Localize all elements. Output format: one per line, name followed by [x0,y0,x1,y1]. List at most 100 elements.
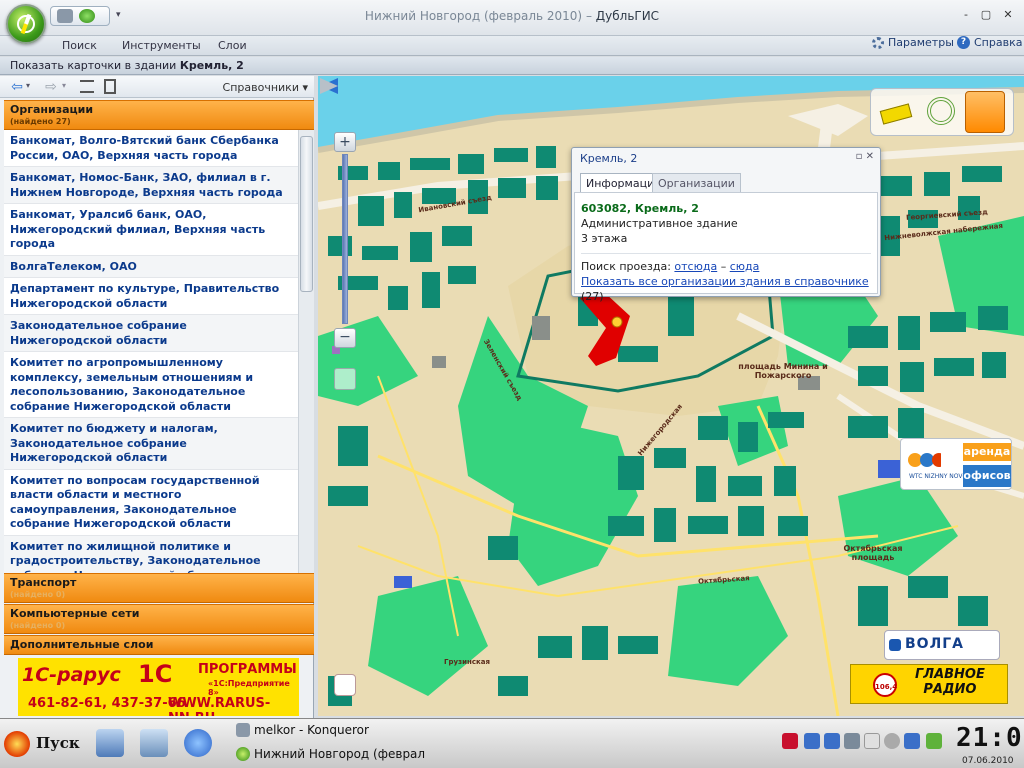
bridge [788,104,868,136]
window-title-app: ДубльГИС [595,9,660,23]
route-to-link[interactable]: сюда [730,260,760,273]
popup-title: Кремль, 2 [580,152,638,165]
wtc-logo-icon [908,453,941,467]
list-item[interactable]: Комитет по жилищной политике и градостро… [4,535,298,573]
ad-banner-radio[interactable]: 106,4 ГЛАВНОЕ РАДИО [850,664,1008,704]
route-dash: – [717,260,730,273]
radar-icon[interactable] [927,97,955,125]
document-view-icon[interactable] [104,79,116,94]
list-item[interactable]: Комитет по вопросам государственной влас… [4,469,298,536]
close-button[interactable]: ✕ [1000,8,1016,22]
zoom-track[interactable] [342,154,348,324]
list-item[interactable]: Комитет по агропромышленному комплексу, … [4,352,298,418]
list-scrollbar[interactable] [298,130,314,573]
category-name: Организации [10,103,94,116]
clock[interactable]: 21:09 [956,723,1024,753]
back-arrow-icon[interactable]: ⇦ [8,79,26,95]
building-blue [394,576,412,588]
route-icon[interactable] [334,674,356,696]
network-icon[interactable] [804,733,820,749]
infobar-prefix: Показать карточки в здании [10,59,180,72]
forward-arrow-icon[interactable]: ⇨ [42,79,60,95]
help-button[interactable]: ? Справка [957,36,1022,49]
scrollbar-thumb[interactable] [300,136,313,292]
category-count: (найдено 0) [10,621,66,630]
tab-organizations[interactable]: Организации [652,173,741,193]
doublegis-icon [236,747,250,761]
category-organizations[interactable]: Организации (найдено 27) [4,100,314,130]
directories-dropdown[interactable]: Справочники ▾ [223,81,308,94]
map-label: Октябрьская площадь [843,544,903,562]
route-from-link[interactable]: отсюда [674,260,717,273]
list-item[interactable]: Банкомат, Номос-Банк, ЗАО, филиал в г. Н… [4,167,298,204]
desktop-icon[interactable] [96,729,124,757]
map-forward-icon[interactable] [318,76,340,96]
taskbar: Пуск melkor - Konqueror Нижний Новгород … [0,718,1024,768]
start-icon [4,731,30,757]
ad-brand: 1С-рарус [22,664,121,686]
category-name: Транспорт [10,576,77,589]
help-icon: ? [957,36,970,49]
menu-bar: Поиск Инструменты Слои Параметры ? Справ… [0,36,1024,56]
forward-dropdown-icon[interactable]: ▾ [62,81,66,90]
computer-icon[interactable] [140,729,168,757]
gear-icon [872,36,884,49]
location-marker-icon[interactable] [611,316,623,328]
popup-close-button[interactable]: ▫ ✕ [856,151,874,162]
list-item[interactable]: Комитет по бюджету и налогам, Законодате… [4,418,298,470]
network-icon[interactable] [824,733,840,749]
menu-search[interactable]: Поиск [62,39,97,52]
start-button[interactable]: Пуск [4,727,84,761]
ad-1c-logo: 1С [138,660,173,688]
ad-site: WWW.RARUS-NN.RU [168,696,271,716]
list-item[interactable]: Банкомат, Уралсиб банк, ОАО, Нижегородск… [4,204,298,256]
update-icon[interactable] [926,733,942,749]
app-k-icon[interactable] [864,733,880,749]
category-transport[interactable]: Транспорт (найдено 0) [4,573,314,603]
zoom-slider[interactable]: + − [334,132,356,348]
building-info-bar[interactable]: Показать карточки в здании Кремль, 2 [0,57,1024,75]
organizations-list: Банкомат, Волго-Вятский банк Сбербанка Р… [4,130,298,573]
ad-banner-wtc[interactable]: WTC NIZHNY NOVGOROD аренда офисов [900,438,1012,490]
category-networks[interactable]: Компьютерные сети (найдено 0) [4,604,314,634]
radio-line2: РАДИО [923,682,977,697]
browser-icon[interactable] [184,729,212,757]
back-dropdown-icon[interactable]: ▾ [26,81,30,90]
task-doublegis[interactable]: Нижний Новгород (феврал [236,747,425,761]
minimize-button[interactable]: ‑ [958,8,974,22]
list-view-icon[interactable] [80,80,94,93]
building-popup: Кремль, 2 ▫ ✕ Информация Организации 603… [571,147,881,303]
magnifier-icon[interactable] [334,368,356,390]
start-label: Пуск [36,734,80,752]
ruler-icon[interactable] [879,103,913,125]
app-menu-button[interactable] [6,4,46,44]
zoom-in-button[interactable]: + [334,132,356,152]
ad-banner-1c-rarus[interactable]: 1С-рарус 1С ПРОГРАММЫ «1С:Предприятие 8»… [18,658,299,716]
list-item[interactable]: Законодательное собрание Нижегородской о… [4,315,298,352]
params-button[interactable]: Параметры [872,36,954,49]
device-icon[interactable] [844,733,860,749]
ad-banner-volga[interactable]: ВОЛГА [884,630,1000,660]
list-item[interactable]: ВолгаТелеком, ОАО [4,255,298,278]
params-label: Параметры [888,36,954,49]
route-label: Поиск проезда: [581,260,675,273]
keyboard-layout-icon[interactable] [782,733,798,749]
list-item[interactable]: Департамент по культуре, Правительство Н… [4,278,298,315]
date: 07.06.2010 [962,756,1014,766]
maximize-button[interactable]: ▢ [978,8,994,22]
disk-icon[interactable] [884,733,900,749]
menu-layers[interactable]: Слои [218,39,247,52]
popup-route-row: Поиск проезда: отсюда – сюда [581,259,871,274]
map-view[interactable]: площадь Минина и Пожарского Октябрьская … [318,76,1024,716]
wtc-line2: офисов [963,465,1011,487]
3d-view-icon[interactable] [965,91,1005,133]
radio-line1: ГЛАВНОЕ [915,667,985,682]
task-konqueror[interactable]: melkor - Konqueror [236,723,369,737]
category-extra-layers[interactable]: Дополнительные слои [4,635,314,655]
show-all-orgs-link[interactable]: Показать все организации здания в справо… [581,275,869,288]
monitor-icon[interactable] [904,733,920,749]
zoom-out-button[interactable]: − [334,328,356,348]
menu-tools[interactable]: Инструменты [122,39,201,52]
list-item[interactable]: Банкомат, Волго-Вятский банк Сбербанка Р… [4,130,298,167]
park-area [318,316,418,406]
